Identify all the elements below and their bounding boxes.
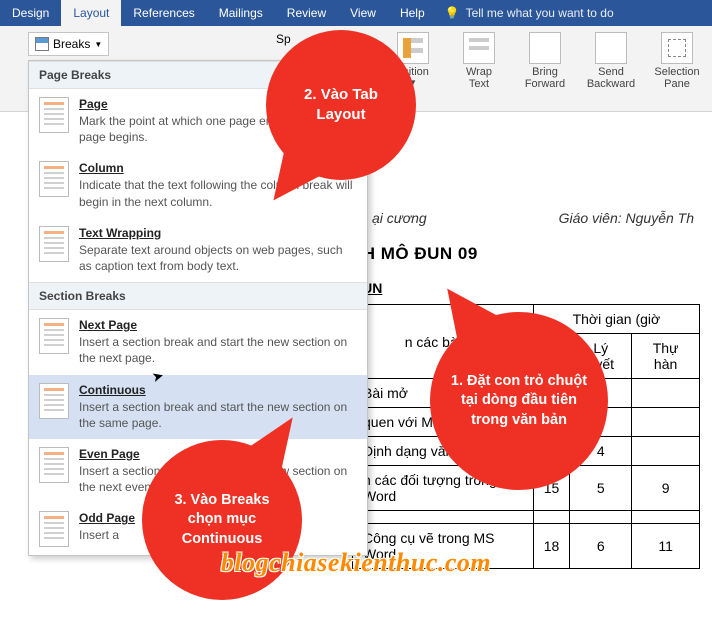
selection-sub: Pane [664,78,690,90]
textwrap-break-icon [39,226,69,262]
doc-subheading: ĐUN [352,280,700,296]
table-cell [632,379,700,408]
doc-teacher: Giáo viên: Nguyễn Th [559,210,694,226]
break-next-page[interactable]: Next Page Insert a section break and star… [29,310,367,374]
selection-pane-button[interactable]: SelectionPane [648,30,706,90]
watermark: blogchiasekienthuc.com [221,548,491,578]
table-row [353,511,700,524]
nextpage-break-icon [39,318,69,354]
table-cell: 9 [632,466,700,511]
column-break-icon [39,161,69,197]
wrap-icon [463,32,495,64]
evenpage-break-icon [39,447,69,483]
break-continuous[interactable]: Continuous Insert a section break and sta… [29,375,367,439]
lightbulb-icon: 💡 [445,6,460,20]
forward-icon [529,32,561,64]
callout-2-text: 2. Vào Tab Layout [280,85,402,126]
table-cell [632,437,700,466]
section-breaks-header: Section Breaks [29,282,367,310]
break-textwrap-title: Text Wrapping [79,226,357,240]
forward-label: Bring [532,66,558,78]
break-oddpage-title: Odd Page [79,511,135,525]
position-icon [397,32,429,64]
table-cell [570,511,632,524]
callout-2: 2. Vào Tab Layout [266,30,416,180]
forward-sub: Forward [525,78,565,90]
wrap-sub: Text [469,78,489,90]
break-nextpage-desc: Insert a section break and start the new… [79,334,357,366]
callout-1: 1. Đặt con trỏ chuột tại dòng đầu tiên t… [430,312,608,490]
selection-label: Selection [654,66,699,78]
tab-view[interactable]: View [338,0,388,26]
page-break-icon [39,97,69,133]
break-text-wrapping[interactable]: Text Wrapping Separate text around object… [29,218,367,282]
wrap-text-button[interactable]: WrapText [450,30,508,90]
oddpage-break-icon [39,511,69,547]
table-cell: 18 [533,524,570,569]
break-continuous-desc: Insert a section break and start the new… [79,399,357,431]
backward-sub: Backward [587,78,635,90]
selection-icon [661,32,693,64]
tab-references[interactable]: References [121,0,206,26]
break-continuous-title: Continuous [79,383,357,397]
backward-icon [595,32,627,64]
table-cell [353,511,534,524]
break-nextpage-title: Next Page [79,318,357,332]
doc-section-title: ại cương [372,210,427,226]
bring-forward-button[interactable]: BringForward [516,30,574,90]
ribbon-tabs: Design Layout References Mailings Review… [0,0,712,26]
tab-mailings[interactable]: Mailings [207,0,275,26]
table-header: Thự hàn [632,334,700,379]
tab-review[interactable]: Review [275,0,338,26]
table-cell [632,511,700,524]
wrap-label: Wrap [466,66,492,78]
continuous-break-icon [39,383,69,419]
break-oddpage-desc: Insert a [79,527,135,543]
tab-design[interactable]: Design [0,0,61,26]
tab-layout[interactable]: Layout [61,0,121,26]
backward-label: Send [598,66,624,78]
table-cell: 6 [570,524,632,569]
tell-me-input[interactable]: Tell me what you want to do [466,6,614,20]
callout-3-text: 3. Vào Breaks chọn mục Continuous [156,491,288,550]
table-cell [632,408,700,437]
callout-1-text: 1. Đặt con trỏ chuột tại dòng đầu tiên t… [444,372,594,431]
table-cell [533,511,570,524]
tab-help[interactable]: Help [388,0,437,26]
send-backward-button[interactable]: SendBackward [582,30,640,90]
table-cell: 5 [570,466,632,511]
table-cell: 11 [632,524,700,569]
break-textwrap-desc: Separate text around objects on web page… [79,242,357,274]
